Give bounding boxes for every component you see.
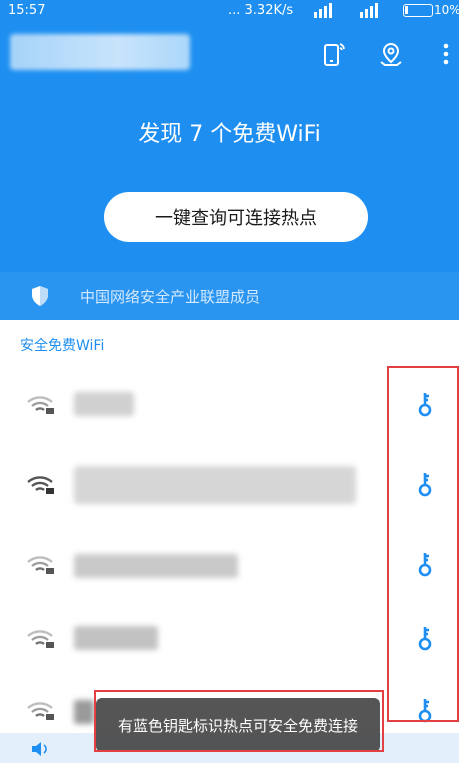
wifi-lock-icon	[27, 702, 54, 720]
alliance-banner: 中国网络安全产业联盟成员	[0, 272, 459, 320]
ssid-obscured	[74, 626, 158, 650]
ssid-obscured	[74, 392, 134, 416]
section-title: 安全免费WiFi	[20, 338, 105, 354]
wifi-lock-icon	[27, 396, 54, 414]
wifi-lock-icon	[27, 556, 54, 574]
ssid-obscured	[74, 554, 238, 578]
speaker-icon	[32, 742, 47, 756]
toast-message: 有蓝色钥匙标识热点可安全免费连接	[96, 698, 380, 752]
ssid-obscured	[74, 700, 94, 724]
phone-signal-icon[interactable]	[320, 40, 348, 68]
shield-icon	[32, 286, 48, 306]
wifi-lock-icon	[27, 476, 54, 494]
found-wifi-title: 发现 7 个免费WiFi	[138, 122, 321, 147]
alliance-label: 中国网络安全产业联盟成员	[80, 288, 261, 306]
status-time: 15:57	[8, 3, 46, 18]
map-pin-icon[interactable]	[377, 40, 405, 68]
app-title-obscured	[10, 34, 190, 70]
battery-percent: 10%	[434, 3, 459, 17]
key-column-highlight	[387, 366, 459, 722]
status-bar: 15:57 ... 3.32K/s 10%	[0, 0, 459, 22]
status-network-speed: ... 3.32K/s	[228, 3, 294, 18]
ssid-obscured	[74, 466, 356, 504]
header: 发现 7 个免费WiFi 一键查询可连接热点	[0, 22, 459, 272]
wifi-lock-icon	[27, 630, 54, 648]
query-hotspots-button[interactable]: 一键查询可连接热点	[104, 192, 368, 242]
battery-icon	[403, 4, 433, 17]
more-vertical-icon[interactable]	[436, 40, 456, 68]
